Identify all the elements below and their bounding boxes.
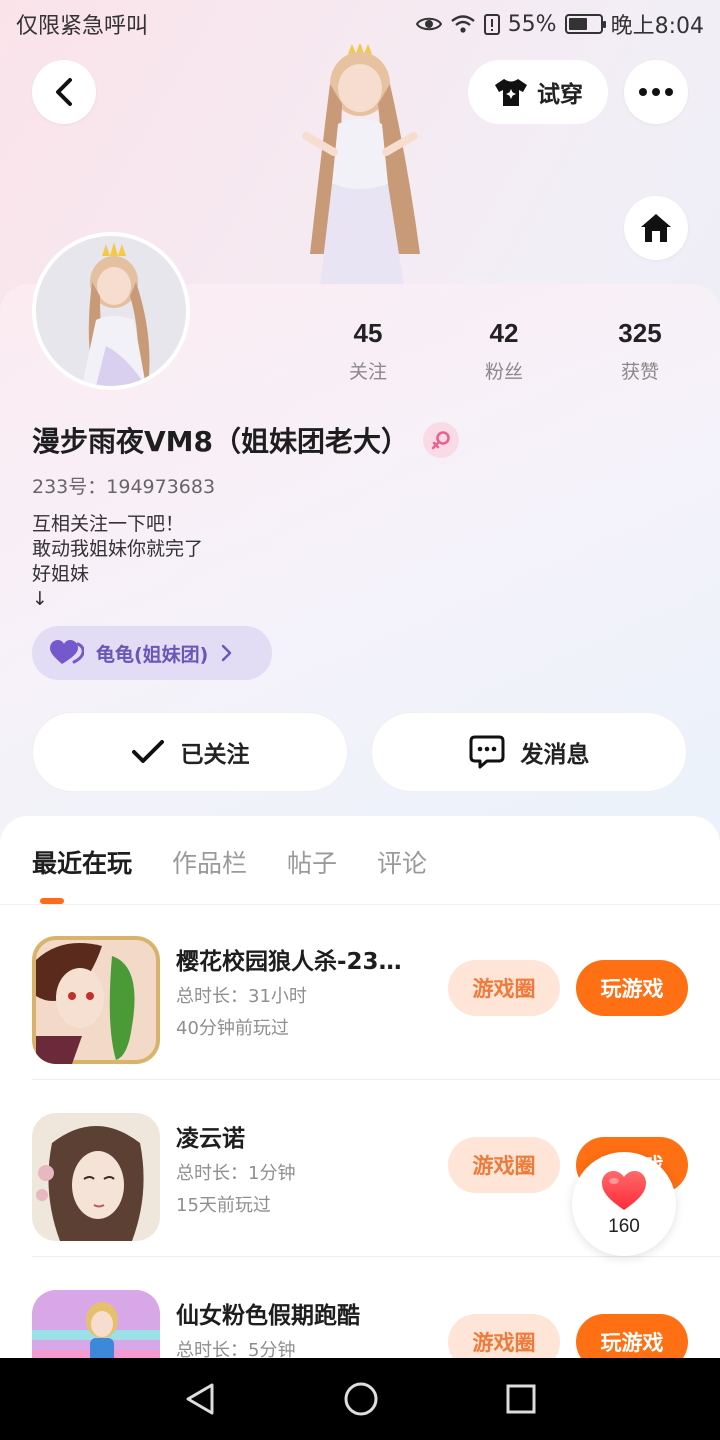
row-divider [32,1256,720,1257]
message-button[interactable]: 发消息 [371,712,687,792]
gender-badge [423,422,460,458]
bio: 互相关注一下吧！ 敢动我姐妹你就完了 好姐妹 ↓ [32,512,203,612]
game-title: 仙女粉色假期跑酷 [176,1303,360,1329]
tab-comments[interactable]: 评论 [377,844,427,880]
battery-percent: 55% [507,11,557,37]
status-icons: 55% 晚上8:04 [415,8,704,40]
group-chip[interactable]: 龟龟(姐妹团) [32,626,272,680]
bio-line: 好姐妹 [32,563,90,585]
user-id: 233号：194973683 [32,476,216,498]
avatar-image [36,236,186,386]
stat-following[interactable]: 45 关注 [300,318,436,384]
more-dots-icon [639,88,673,96]
tab-works[interactable]: 作品栏 [172,844,247,880]
more-button[interactable] [624,60,688,124]
tab-posts[interactable]: 帖子 [287,844,337,880]
stat-likes[interactable]: 325 获赞 [572,318,708,384]
follow-button-label: 已关注 [180,742,250,768]
profile-tabs: 最近在玩 作品栏 帖子 评论 [32,844,427,880]
stat-fans-label: 粉丝 [484,361,523,383]
eye-icon [415,17,442,31]
chat-bubble-icon [469,735,504,769]
bio-line: ↓ [32,588,48,610]
try-on-label: 试穿 [537,82,583,108]
bio-line: 互相关注一下吧！ [32,513,185,535]
stat-likes-label: 获赞 [620,361,659,383]
content-panel: 最近在玩 作品栏 帖子 评论 樱花校园狼人杀-233... 总时长：31小时 4… [0,816,720,1418]
game-circle-button[interactable]: 游戏圈 [448,1137,560,1193]
game-title: 樱花校园狼人杀-233... [176,949,416,975]
like-float-button[interactable]: 160 [572,1152,676,1256]
character-figure [302,44,420,286]
group-chip-label: 龟龟(姐妹团) [96,643,209,666]
game-duration: 总时长：1分钟 [176,1163,296,1184]
game-last-played: 40分钟前玩过 [176,1018,289,1039]
stat-following-label: 关注 [348,361,387,383]
game-duration: 总时长：31小时 [176,986,307,1007]
stat-fans[interactable]: 42 粉丝 [436,318,572,384]
battery-alert-icon [483,14,500,35]
game-last-played: 15天前玩过 [176,1195,271,1216]
like-count: 160 [608,1216,640,1237]
chevron-right-icon [222,644,232,662]
tab-recently-played[interactable]: 最近在玩 [32,844,132,880]
follow-button[interactable]: 已关注 [32,712,348,792]
female-icon [431,431,450,450]
profile-stats: 45 关注 42 粉丝 325 获赞 [300,318,720,384]
chevron-left-icon [56,78,72,106]
game-circle-button[interactable]: 游戏圈 [448,960,560,1016]
nav-back-icon[interactable] [184,1382,216,1416]
nav-home-icon[interactable] [344,1382,378,1416]
nickname: 漫步雨夜VM8（姐妹团老大） [32,425,410,458]
game-title: 凌云诺 [176,1126,245,1152]
stat-fans-count: 42 [489,318,519,348]
home-icon [641,214,671,242]
battery-icon [564,14,606,34]
try-on-button[interactable]: 试穿 [468,60,608,124]
check-icon [131,740,164,763]
game-icon[interactable] [32,1113,160,1241]
clock: 晚上8:04 [610,14,704,39]
back-button[interactable] [32,60,96,124]
nav-recents-icon[interactable] [506,1384,536,1414]
heart-icon [50,640,84,664]
system-nav-bar [0,1358,720,1440]
tshirt-icon [495,79,527,106]
nickname-row: 漫步雨夜VM8（姐妹团老大） [32,420,460,460]
row-divider [32,1079,720,1080]
game-icon[interactable] [32,936,160,1064]
profile-screen: 仅限紧急呼叫 55% 晚上8:04 试穿 45 关注 42 粉丝 325 获赞 … [0,0,720,1440]
carrier-text: 仅限紧急呼叫 [16,14,149,39]
stat-likes-count: 325 [618,318,662,348]
heart-icon [602,1171,646,1210]
message-button-label: 发消息 [520,742,590,768]
stat-following-count: 45 [353,318,383,348]
home-button[interactable] [624,196,688,260]
wifi-icon [450,15,475,33]
game-row[interactable]: 樱花校园狼人杀-233... 总时长：31小时 40分钟前玩过 游戏圈 玩游戏 [32,904,720,1080]
play-game-button[interactable]: 玩游戏 [576,960,688,1016]
avatar[interactable] [32,232,190,390]
bio-line: 敢动我姐妹你就完了 [32,538,204,560]
status-bar: 仅限紧急呼叫 55% 晚上8:04 [0,0,720,48]
